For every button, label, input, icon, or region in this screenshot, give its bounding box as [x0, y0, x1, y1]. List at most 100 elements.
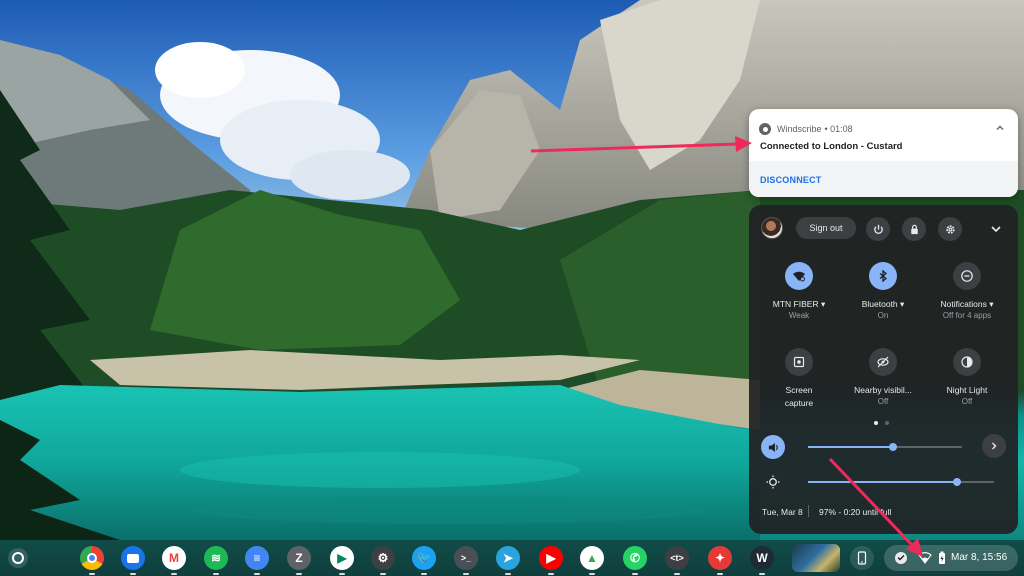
tile-sublabel: Weak — [788, 311, 810, 320]
power-button[interactable] — [866, 217, 890, 241]
youtube-app[interactable]: ▶ — [539, 546, 563, 575]
windscribe-icon — [759, 123, 771, 135]
screenshot-app-icon: ✦ — [714, 551, 726, 565]
battery-charging-icon — [939, 551, 945, 564]
night-light-icon[interactable] — [953, 348, 981, 376]
gmail-app-icon: M — [169, 551, 179, 565]
settings-button[interactable] — [938, 217, 962, 241]
chevron-right-icon — [992, 442, 997, 450]
notification-time: • 01:08 — [824, 124, 853, 134]
tile-label: Nearby visibil... — [854, 385, 912, 395]
battery-status: 97% - 0:20 until full — [819, 507, 892, 517]
windscribe-app[interactable]: W — [750, 546, 774, 575]
settings-app-icon: ⚙ — [377, 551, 389, 565]
tile-label: Bluetooth ▾ — [861, 299, 905, 309]
tile-sublabel: Off for 4 apps — [942, 311, 992, 320]
notification-message: Connected to London - Custard — [760, 141, 903, 152]
date-label[interactable]: Tue, Mar 8 — [762, 507, 803, 517]
tile-nearby-visibility[interactable]: Nearby visibil... Off — [843, 348, 923, 408]
tile-sublabel: Off — [877, 397, 889, 406]
terminal-app-icon: >_ — [460, 553, 472, 563]
nearby-share-icon[interactable] — [869, 348, 897, 376]
tile-label: Night Light — [946, 385, 988, 395]
tile-label: Screen — [785, 385, 813, 395]
sign-out-button[interactable]: Sign out — [796, 217, 856, 239]
tile-bluetooth[interactable]: Bluetooth ▾ On — [843, 262, 923, 322]
page-indicator — [874, 421, 889, 425]
notification-app-name: Windscribe — [777, 124, 822, 134]
zoom-app[interactable]: Z — [287, 546, 311, 575]
brightness-icon — [766, 475, 780, 489]
docs-app[interactable]: ≡ — [245, 546, 269, 575]
footer-divider — [808, 505, 809, 517]
files-app[interactable] — [121, 546, 145, 575]
tile-notifications[interactable]: Notifications ▾ Off for 4 apps — [927, 262, 1007, 322]
tile-network[interactable]: MTN FIBER ▾ Weak — [759, 262, 839, 322]
shelf: M ≋ ≡ Z ▶ ⚙ 🐦 >_ ➤ ▶ ▲ ✆ <t> ✦ W Mar 8, 15:56 — [0, 540, 1024, 576]
gmail-app[interactable]: M — [162, 546, 186, 575]
notification-header: Windscribe • 01:08 — [759, 123, 853, 135]
do-not-disturb-icon[interactable] — [953, 262, 981, 290]
spotify-app[interactable]: ≋ — [204, 546, 228, 575]
lock-icon — [910, 224, 918, 234]
lock-button[interactable] — [902, 217, 926, 241]
terminal-app[interactable]: >_ — [454, 546, 478, 575]
launcher-button[interactable] — [8, 548, 28, 568]
play-store-app-icon: ▶ — [337, 551, 347, 565]
screen-capture-icon[interactable] — [785, 348, 813, 376]
vpn-icon — [895, 552, 907, 564]
brightness-slider-knob[interactable] — [952, 478, 961, 486]
telegram-app[interactable]: ➤ — [496, 546, 520, 575]
tile-label: MTN FIBER ▾ — [772, 299, 826, 309]
phone-hub-button[interactable] — [850, 546, 874, 570]
windscribe-app-icon: W — [756, 551, 768, 565]
status-area[interactable]: Mar 8, 15:56 — [884, 545, 1018, 571]
volume-slider-knob[interactable] — [888, 443, 897, 451]
holding-space-thumbnail[interactable] — [792, 544, 840, 572]
twitter-app-icon: 🐦 — [416, 551, 432, 565]
tile-sublabel: Off — [961, 397, 973, 406]
tile-label: Notifications ▾ — [940, 299, 994, 309]
text-app-icon: <t> — [670, 553, 684, 563]
play-store-app[interactable]: ▶ — [330, 546, 354, 575]
volume-slider[interactable] — [808, 443, 962, 451]
volume-icon — [768, 442, 778, 452]
clock: Mar 8, 15:56 — [951, 552, 1008, 563]
zoom-app-icon: Z — [295, 551, 303, 565]
drive-app-icon: ▲ — [586, 551, 598, 565]
files-app-icon — [127, 553, 139, 563]
tile-label-line2: capture — [784, 398, 814, 408]
docs-app-icon: ≡ — [253, 551, 261, 565]
wifi-icon[interactable] — [785, 262, 813, 290]
chrome-app[interactable] — [80, 546, 104, 575]
whatsapp-app[interactable]: ✆ — [623, 546, 647, 575]
gear-icon — [945, 224, 955, 234]
chrome-app-icon — [87, 553, 97, 563]
power-icon — [873, 224, 883, 234]
text-app[interactable]: <t> — [665, 546, 689, 575]
page-dot[interactable] — [874, 421, 878, 425]
phone-icon — [857, 551, 867, 565]
volume-slider-fill — [808, 446, 893, 448]
whatsapp-app-icon: ✆ — [629, 551, 641, 565]
chevron-down-icon[interactable] — [990, 222, 1002, 234]
tile-night-light[interactable]: Night Light Off — [927, 348, 1007, 408]
tile-screen-capture[interactable]: Screen capture — [759, 348, 839, 409]
bluetooth-icon[interactable] — [869, 262, 897, 290]
vpn-notification[interactable]: Windscribe • 01:08 Connected to London -… — [749, 109, 1018, 197]
volume-mute-button[interactable] — [761, 435, 785, 459]
screenshot-app[interactable]: ✦ — [708, 546, 732, 575]
drive-app[interactable]: ▲ — [580, 546, 604, 575]
wifi-weak-icon — [918, 552, 932, 564]
brightness-slider[interactable] — [808, 478, 994, 486]
avatar[interactable] — [761, 217, 783, 239]
chevron-up-icon[interactable] — [994, 123, 1006, 135]
brightness-slider-fill — [808, 481, 957, 483]
page-dot[interactable] — [885, 421, 889, 425]
settings-app[interactable]: ⚙ — [371, 546, 395, 575]
twitter-app[interactable]: 🐦 — [412, 546, 436, 575]
disconnect-button[interactable]: DISCONNECT — [760, 175, 822, 185]
youtube-app-icon: ▶ — [546, 551, 556, 565]
audio-settings-button[interactable] — [982, 434, 1006, 458]
telegram-app-icon: ➤ — [502, 551, 514, 565]
